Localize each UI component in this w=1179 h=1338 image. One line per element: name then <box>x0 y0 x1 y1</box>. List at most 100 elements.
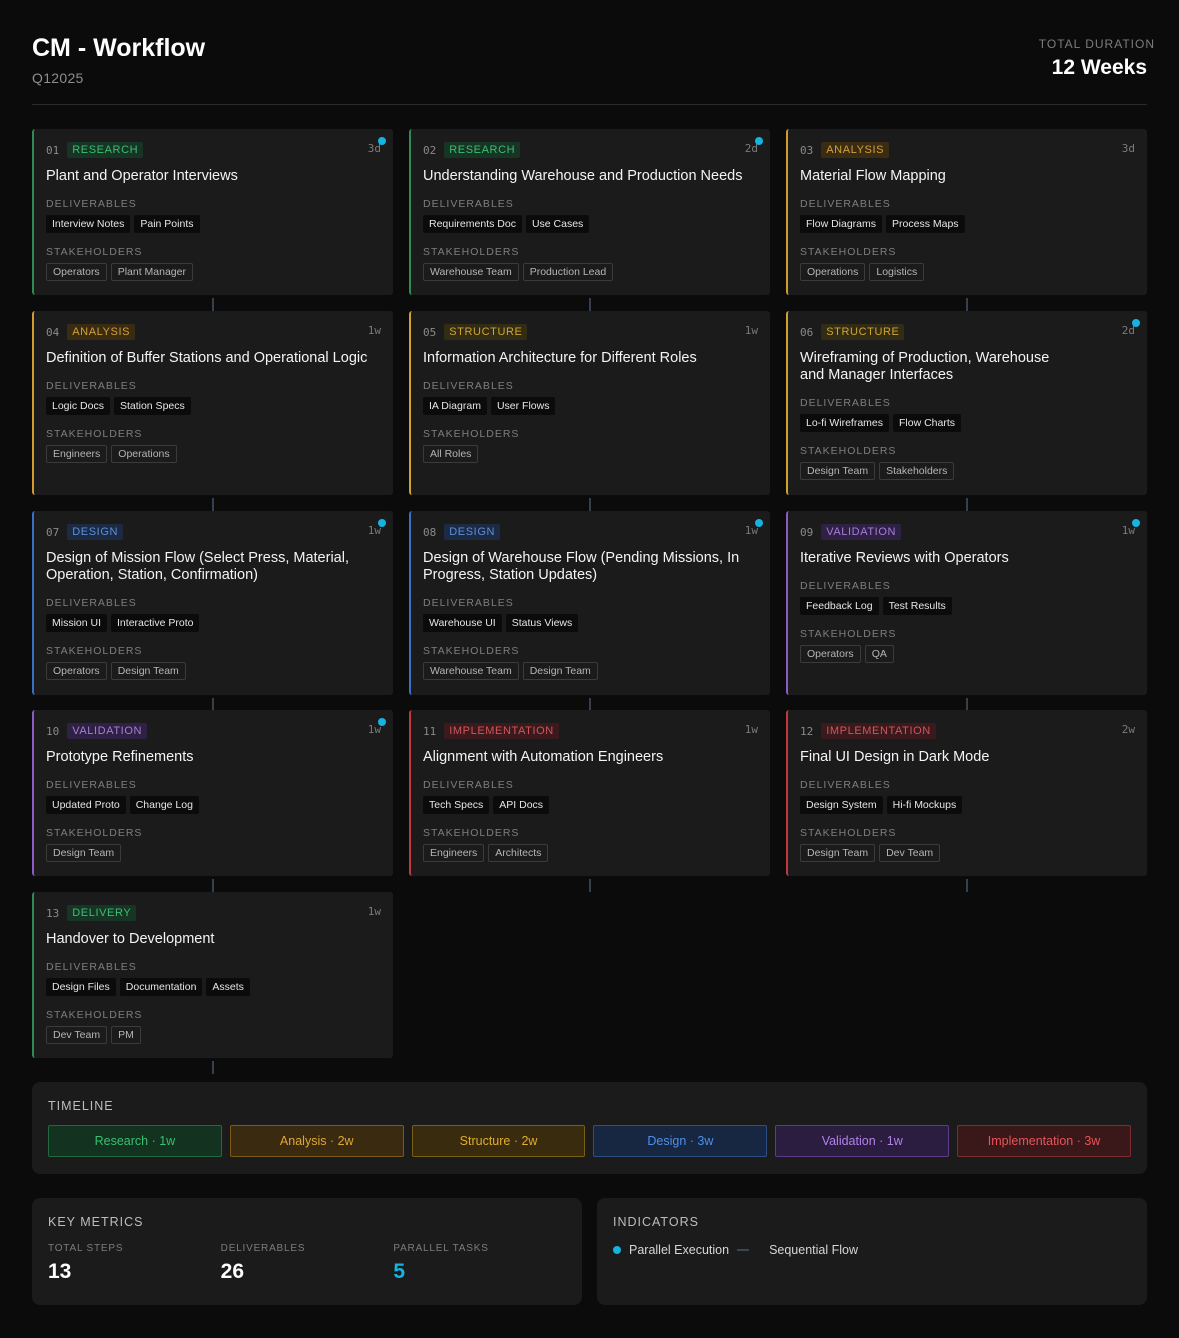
step-title: Iterative Reviews with Operators <box>800 550 1009 566</box>
step-title: Final UI Design in Dark Mode <box>800 749 990 765</box>
stakeholder-chip: PM <box>111 1026 141 1044</box>
phase-tag: IMPLEMENTATION <box>444 723 559 739</box>
parallel-indicator-icon <box>378 519 386 527</box>
metric-value: 5 <box>393 1260 406 1283</box>
step-card[interactable]: 10 VALIDATION 1w Prototype Refinements DELIV… <box>32 710 393 876</box>
deliverables-list: Design Files Documentation Assets <box>46 978 381 996</box>
flow-connector <box>966 879 968 892</box>
stakeholders-list: Operations Logistics <box>800 263 1135 281</box>
phase-tag: ANALYSIS <box>821 142 890 158</box>
timeline-phase-structure[interactable]: Structure · 2w <box>411 1125 586 1157</box>
deliverable-chip: Status Views <box>505 614 579 632</box>
deliverables-label: DELIVERABLES <box>423 597 514 609</box>
step-title: Handover to Development <box>46 931 215 947</box>
timeline-phase-research[interactable]: Research · 1w <box>48 1125 222 1157</box>
stakeholders-list: Operators Plant Manager <box>46 263 381 281</box>
parallel-indicator-icon <box>1132 319 1140 327</box>
deliverable-chip: Flow Charts <box>893 414 962 432</box>
stakeholder-chip: Design Team <box>800 462 876 480</box>
step-card[interactable]: 07 DESIGN 1w Design of Mission Flow (Select… <box>32 511 393 695</box>
step-title: Design of Warehouse Flow (Pending Missio… <box>423 550 740 583</box>
timeline-phase-design[interactable]: Design · 3w <box>593 1125 768 1157</box>
metric-value: 13 <box>48 1260 72 1283</box>
step-duration: 1w <box>367 324 381 337</box>
phase-tag: ANALYSIS <box>67 324 136 340</box>
stakeholder-chip: All Roles <box>423 445 479 463</box>
phase-tag: RESEARCH <box>444 142 521 158</box>
deliverables-list: Feedback Log Test Results <box>800 597 1135 615</box>
stakeholders-list: Operators Design Team <box>46 662 381 680</box>
phase-tag: DELIVERY <box>67 905 137 921</box>
step-card[interactable]: 06 STRUCTURE 2d Wireframing of Production, … <box>786 311 1147 495</box>
step-card[interactable]: 04 ANALYSIS 1w Definition of Buffer Station… <box>32 311 393 495</box>
deliverables-list: Mission UI Interactive Proto <box>46 614 381 632</box>
total-duration-label: TOTAL DURATION <box>1038 37 1155 51</box>
stakeholders-label: STAKEHOLDERS <box>423 645 520 657</box>
deliverable-chip: Mission UI <box>46 614 108 632</box>
timeline-phase-analysis[interactable]: Analysis · 2w <box>229 1125 404 1157</box>
deliverable-chip: Lo-fi Wireframes <box>800 414 890 432</box>
step-duration: 1w <box>744 324 758 337</box>
stakeholders-label: STAKEHOLDERS <box>800 246 897 258</box>
stakeholders-label: STAKEHOLDERS <box>46 1009 143 1021</box>
step-number: 12 <box>800 724 814 738</box>
stakeholder-chip: Engineers <box>46 445 108 463</box>
deliverable-chip: Updated Proto <box>46 796 126 814</box>
parallel-indicator-icon <box>755 519 763 527</box>
step-number: 13 <box>46 906 60 920</box>
phase-tag: VALIDATION <box>67 723 148 739</box>
indicators-legend: Parallel Execution Sequential Flow <box>613 1243 1131 1257</box>
step-number: 10 <box>46 724 60 738</box>
stakeholder-chip: Engineers <box>423 844 485 862</box>
step-number: 09 <box>800 525 814 539</box>
phase-tag: VALIDATION <box>821 524 902 540</box>
stakeholder-chip: Operators <box>46 263 107 281</box>
stakeholders-list: Engineers Operations <box>46 445 381 463</box>
deliverables-list: Design System Hi-fi Mockups <box>800 796 1135 814</box>
step-title: Material Flow Mapping <box>800 168 946 184</box>
stakeholders-label: STAKEHOLDERS <box>800 445 897 457</box>
indicators-label: INDICATORS <box>613 1215 699 1229</box>
stakeholder-chip: Design Team <box>46 844 122 862</box>
step-card[interactable]: 09 VALIDATION 1w Iterative Reviews with Ope… <box>786 511 1147 695</box>
step-card[interactable]: 05 STRUCTURE 1w Information Architecture fo… <box>409 311 770 495</box>
stakeholder-chip: Operators <box>800 645 861 663</box>
deliverable-chip: Flow Diagrams <box>800 215 883 233</box>
step-card[interactable]: 01 RESEARCH 3d Plant and Operator Interview… <box>32 129 393 295</box>
stakeholders-list: Design Team Dev Team <box>800 844 1135 862</box>
step-card[interactable]: 13 DELIVERY 1w Handover to Development DELIV… <box>32 892 393 1058</box>
step-title: Design of Mission Flow (Select Press, Ma… <box>46 550 349 583</box>
stakeholders-label: STAKEHOLDERS <box>46 428 143 440</box>
stakeholder-chip: Architects <box>488 844 549 862</box>
deliverables-label: DELIVERABLES <box>800 198 891 210</box>
deliverable-chip: Design System <box>800 796 883 814</box>
step-number: 11 <box>423 724 437 738</box>
parallel-dot-icon <box>613 1246 621 1254</box>
stakeholders-label: STAKEHOLDERS <box>423 246 520 258</box>
step-card[interactable]: 08 DESIGN 1w Design of Warehouse Flow (Pend… <box>409 511 770 695</box>
deliverables-label: DELIVERABLES <box>423 380 514 392</box>
deliverables-list: Flow Diagrams Process Maps <box>800 215 1135 233</box>
stakeholder-chip: Operations <box>800 263 866 281</box>
stakeholders-label: STAKEHOLDERS <box>423 428 520 440</box>
step-number: 03 <box>800 143 814 157</box>
stakeholder-chip: Warehouse Team <box>423 662 519 680</box>
stakeholders-label: STAKEHOLDERS <box>423 827 520 839</box>
step-card[interactable]: 03 ANALYSIS 3d Material Flow Mapping DELIVER… <box>786 129 1147 295</box>
stakeholder-chip: Operations <box>111 445 177 463</box>
deliverables-label: DELIVERABLES <box>800 580 891 592</box>
indicators-panel: INDICATORS Parallel Execution Sequential… <box>597 1198 1147 1305</box>
metric-value: 26 <box>220 1260 245 1283</box>
step-number: 01 <box>46 143 60 157</box>
timeline-phase-implementation[interactable]: Implementation · 3w <box>957 1125 1131 1157</box>
metric-parallel-tasks: PARALLEL TASKS 5 <box>393 1243 566 1284</box>
deliverables-list: Warehouse UI Status Views <box>423 614 758 632</box>
deliverable-chip: Tech Specs <box>423 796 490 814</box>
deliverable-chip: Interview Notes <box>46 215 131 233</box>
metric-label: PARALLEL TASKS <box>393 1243 489 1254</box>
step-card[interactable]: 02 RESEARCH 2d Understanding Warehouse and … <box>409 129 770 295</box>
stakeholder-chip: Dev Team <box>46 1026 108 1044</box>
step-card[interactable]: 11 IMPLEMENTATION 1w Alignment with Automat… <box>409 710 770 876</box>
timeline-phase-validation[interactable]: Validation · 1w <box>775 1125 950 1157</box>
step-card[interactable]: 12 IMPLEMENTATION 2w Final UI Design in Dar… <box>786 710 1147 876</box>
